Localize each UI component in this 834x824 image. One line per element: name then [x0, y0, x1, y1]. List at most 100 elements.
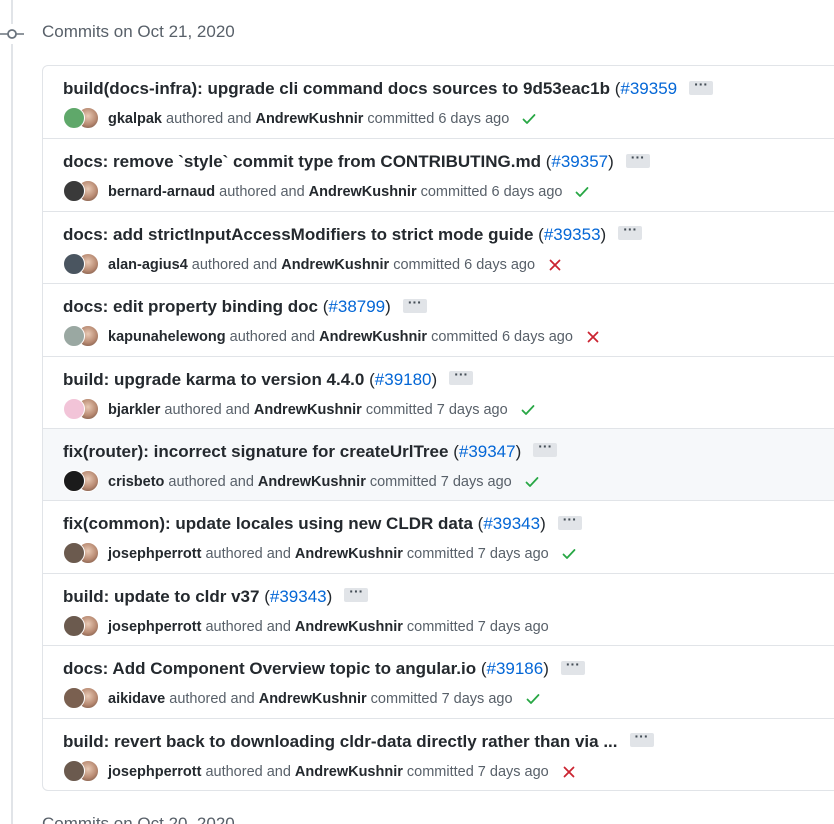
- commit-message-link[interactable]: build: upgrade karma to version 4.4.0: [63, 370, 364, 389]
- author-avatar[interactable]: [63, 469, 85, 492]
- avatar-stack: [63, 180, 103, 204]
- check-icon[interactable]: [520, 402, 536, 418]
- committer-link[interactable]: AndrewKushnir: [259, 691, 367, 707]
- commit-message-link[interactable]: build: revert back to downloading cldr-d…: [63, 732, 618, 751]
- ellipsis-icon[interactable]: [344, 583, 369, 603]
- commit-row: fix(common): update locales using new CL…: [43, 500, 834, 572]
- author-link[interactable]: bernard-arnaud: [108, 184, 215, 200]
- author-avatar[interactable]: [63, 687, 85, 710]
- pull-request-link[interactable]: #39343: [483, 514, 540, 533]
- commit-message-link[interactable]: fix(common): update locales using new CL…: [63, 514, 473, 533]
- commit-row: docs: Add Component Overview topic to an…: [43, 645, 834, 717]
- avatar-stack: [63, 107, 103, 131]
- commit-row: build: upgrade karma to version 4.4.0 (#…: [43, 355, 834, 428]
- authored-text: authored and: [229, 329, 316, 346]
- committed-time-text: committed 7 days ago: [406, 763, 549, 780]
- check-icon[interactable]: [561, 546, 577, 562]
- pull-request-link[interactable]: #39347: [459, 442, 516, 461]
- pull-request-link[interactable]: #39180: [375, 370, 432, 389]
- commit-meta: josephperrott authored and AndrewKushnir co…: [63, 614, 553, 639]
- authored-text: authored and: [191, 256, 278, 273]
- author-link[interactable]: gkalpak: [108, 111, 162, 127]
- commit-list: build(docs-infra): upgrade cli command d…: [42, 65, 834, 791]
- commit-message-link[interactable]: docs: remove `style` commit type from CO…: [63, 152, 541, 171]
- avatar-stack: [63, 542, 103, 566]
- author-avatar[interactable]: [63, 325, 85, 348]
- check-icon[interactable]: [521, 111, 537, 127]
- pr-paren-close: ): [608, 152, 614, 172]
- commit-message-link[interactable]: build(docs-infra): upgrade cli command d…: [63, 79, 610, 98]
- commit-title: build(docs-infra): upgrade cli command d…: [63, 76, 714, 99]
- committed-time-text: committed 7 days ago: [365, 401, 508, 418]
- commit-meta: aikidave authored and AndrewKushnir committ…: [63, 687, 541, 711]
- commit-message-link[interactable]: docs: edit property binding doc: [63, 297, 318, 316]
- author-avatar[interactable]: [63, 614, 85, 637]
- committer-link[interactable]: AndrewKushnir: [255, 111, 363, 127]
- avatar-stack: [63, 687, 103, 711]
- ellipsis-icon[interactable]: [402, 294, 427, 313]
- commit-message-link[interactable]: fix(router): incorrect signature for cre…: [63, 442, 448, 461]
- pull-request-link[interactable]: #39357: [551, 152, 608, 171]
- committer-link[interactable]: AndrewKushnir: [295, 764, 403, 780]
- committer-link[interactable]: AndrewKushnir: [258, 474, 366, 490]
- committed-time-text: committed 7 days ago: [406, 618, 549, 635]
- committer-link[interactable]: AndrewKushnir: [309, 184, 417, 200]
- commit-meta: bernard-arnaud authored and AndrewKushnir c…: [63, 180, 590, 204]
- x-icon[interactable]: [547, 257, 563, 273]
- commit-meta: josephperrott authored and AndrewKushnir co…: [63, 542, 577, 566]
- committed-time-text: committed 7 days ago: [370, 691, 513, 708]
- author-avatar[interactable]: [63, 252, 85, 275]
- committed-time-text: committed 7 days ago: [406, 546, 549, 563]
- ellipsis-icon[interactable]: [557, 511, 582, 530]
- commit-title: docs: remove `style` commit type from CO…: [63, 149, 650, 172]
- commit-title: docs: edit property binding doc (#38799): [63, 294, 427, 317]
- pull-request-link[interactable]: #38799: [328, 297, 385, 316]
- x-icon[interactable]: [561, 764, 577, 780]
- author-link[interactable]: aikidave: [108, 691, 165, 707]
- check-icon[interactable]: [524, 474, 540, 490]
- commit-row: build: revert back to downloading cldr-d…: [43, 717, 834, 790]
- author-link[interactable]: bjarkler: [108, 402, 160, 418]
- pull-request-link[interactable]: #39359: [620, 79, 677, 98]
- authored-text: authored and: [205, 763, 291, 780]
- author-link[interactable]: kapunahelewong: [108, 329, 226, 345]
- authored-text: authored and: [168, 473, 254, 490]
- committed-time-text: committed 6 days ago: [420, 184, 563, 201]
- author-link[interactable]: josephperrott: [108, 764, 201, 780]
- pull-request-link[interactable]: #39186: [486, 659, 543, 678]
- pr-paren-close: ): [326, 586, 333, 606]
- committed-time-text: committed 7 days ago: [369, 473, 512, 490]
- author-link[interactable]: josephperrott: [108, 619, 201, 635]
- author-link[interactable]: crisbeto: [108, 474, 164, 490]
- pull-request-link[interactable]: #39343: [270, 587, 327, 606]
- authored-text: authored and: [205, 546, 291, 563]
- ellipsis-icon[interactable]: [689, 76, 714, 95]
- commit-meta: alan-agius4 authored and AndrewKushnir comm…: [63, 252, 563, 277]
- committer-link[interactable]: AndrewKushnir: [295, 619, 403, 635]
- committer-link[interactable]: AndrewKushnir: [281, 257, 389, 273]
- ellipsis-icon[interactable]: [533, 438, 558, 458]
- authored-text: authored and: [164, 401, 250, 418]
- committer-link[interactable]: AndrewKushnir: [295, 546, 403, 562]
- author-avatar[interactable]: [63, 107, 85, 129]
- check-icon[interactable]: [525, 691, 541, 707]
- commit-title: fix(router): incorrect signature for cre…: [63, 438, 558, 462]
- committer-link[interactable]: AndrewKushnir: [319, 329, 427, 345]
- ellipsis-icon[interactable]: [449, 366, 474, 386]
- check-icon[interactable]: [574, 184, 590, 200]
- commit-message-link[interactable]: docs: Add Component Overview topic to an…: [63, 659, 476, 678]
- ellipsis-icon[interactable]: [560, 656, 585, 675]
- ellipsis-icon[interactable]: [625, 149, 650, 168]
- author-avatar[interactable]: [63, 759, 85, 782]
- ellipsis-icon[interactable]: [629, 728, 654, 748]
- author-avatar[interactable]: [63, 397, 85, 420]
- author-link[interactable]: josephperrott: [108, 546, 201, 562]
- x-icon[interactable]: [585, 329, 601, 345]
- ellipsis-icon[interactable]: [618, 221, 643, 241]
- commit-message-link[interactable]: build: update to cldr v37: [63, 587, 259, 606]
- author-link[interactable]: alan-agius4: [108, 257, 188, 273]
- pull-request-link[interactable]: #39353: [544, 225, 601, 244]
- committer-link[interactable]: AndrewKushnir: [254, 402, 362, 418]
- commit-title: build: upgrade karma to version 4.4.0 (#…: [63, 366, 474, 390]
- commit-message-link[interactable]: docs: add strictInputAccessModifiers to …: [63, 225, 533, 244]
